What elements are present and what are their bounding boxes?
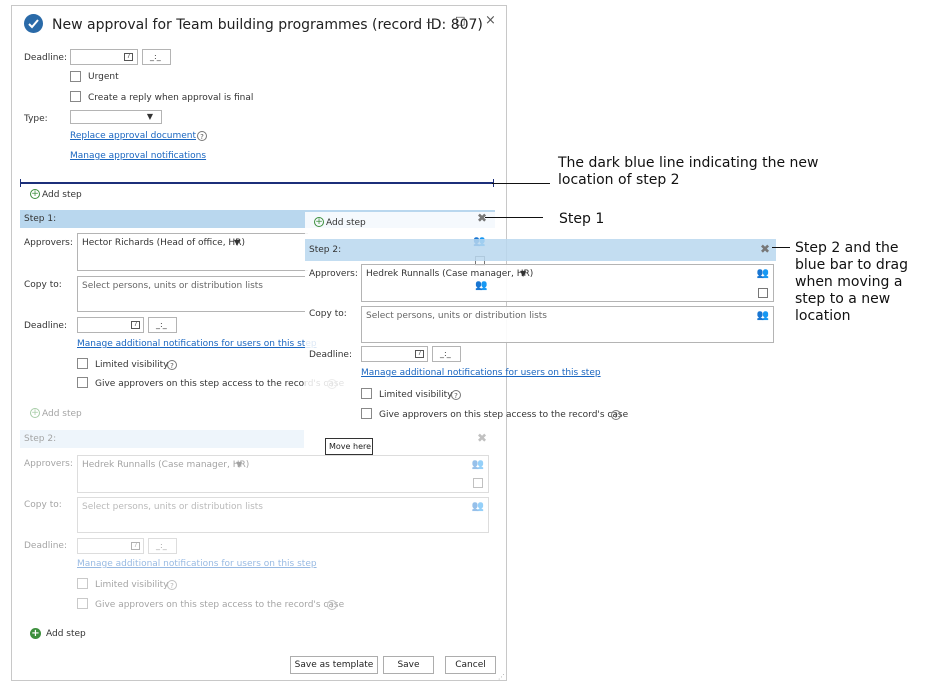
save-as-template-button[interactable]: Save as template xyxy=(290,656,378,674)
annotation-line-3 xyxy=(772,247,790,248)
people-icon[interactable]: 👥 xyxy=(757,311,769,321)
step2-ghost-header-bar[interactable] xyxy=(305,239,776,261)
step2-ghost-copy-label: Copy to: xyxy=(309,309,347,319)
move-here-tooltip: Move here xyxy=(325,438,373,455)
dropdown-arrow-icon: ▼ xyxy=(520,269,527,278)
bottom-add-step-link[interactable]: Add step xyxy=(46,629,86,639)
step2-ghost-time-input[interactable]: _:_ xyxy=(432,346,461,362)
people-icon: 👥 xyxy=(471,501,484,512)
step2-ghost-copy-field[interactable]: Select persons, units or distribution li… xyxy=(361,306,774,343)
step2-faded-approvers-label: Approvers: xyxy=(24,459,73,469)
step2-ghost-give-access-checkbox[interactable] xyxy=(361,408,372,419)
step2-faded-title: Step 2: xyxy=(24,434,57,444)
time-placeholder: _:_ xyxy=(440,349,451,358)
calendar-icon[interactable]: 7 xyxy=(415,350,424,358)
people-icon[interactable]: 👥 xyxy=(757,269,769,279)
step2-faded-limited-checkbox xyxy=(77,578,88,589)
step2-faded-approvers-field: Hedrek Runnalls (Case manager, HR) ▼ 👥 xyxy=(77,455,489,493)
step2-faded-copy-placeholder: Select persons, units or distribution li… xyxy=(82,502,263,512)
help-icon[interactable]: ? xyxy=(611,410,621,420)
step2-ghost-approvers-label: Approvers: xyxy=(309,269,358,279)
step2-ghost-approvers-value: Hedrek Runnalls (Case manager, HR) xyxy=(366,269,534,279)
step2-faded-limited-label: Limited visibility xyxy=(95,580,169,590)
step2-faded-time-input: _:_ xyxy=(148,538,177,554)
help-icon: ? xyxy=(327,600,337,610)
step2-ghost-limited-checkbox[interactable] xyxy=(361,388,372,399)
step2-ghost-give-access-label: Give approvers on this step access to th… xyxy=(379,410,629,420)
step2-faded-copy-field: Select persons, units or distribution li… xyxy=(77,497,489,533)
people-icon: 👥 xyxy=(475,280,488,291)
step2-faded-deadline-label: Deadline: xyxy=(24,541,67,551)
add-icon[interactable]: + xyxy=(30,628,41,639)
step2-faded-copy-label: Copy to: xyxy=(24,500,62,510)
close-icon: ✖ xyxy=(477,431,488,445)
annotation-step2: Step 2 and the blue bar to drag when mov… xyxy=(795,240,908,324)
step2-faded-manage-link: Manage additional notifications for user… xyxy=(77,559,317,569)
dropdown-arrow-icon: ▼ xyxy=(236,460,243,469)
save-button[interactable]: Save xyxy=(383,656,434,674)
help-icon: ? xyxy=(167,580,177,590)
step2-ghost-deadline-label: Deadline: xyxy=(309,350,352,360)
tooltip-text: Move here xyxy=(329,442,372,451)
step2-faded-header-bar xyxy=(20,430,304,448)
annotation-step1: Step 1 xyxy=(559,211,605,227)
add-icon: + xyxy=(30,408,40,418)
people-icon: 👥 xyxy=(471,459,484,470)
step2-faded-give-access-checkbox xyxy=(77,598,88,609)
help-icon[interactable]: ? xyxy=(451,390,461,400)
step2-ghost-title: Step 2: xyxy=(309,245,342,255)
step2-ghost-copy-placeholder: Select persons, units or distribution li… xyxy=(366,311,547,321)
time-placeholder: _:_ xyxy=(156,541,167,550)
annotation-line-2 xyxy=(485,217,543,218)
expand-icon[interactable] xyxy=(758,288,768,298)
step2-ghost-approvers-field[interactable]: Hedrek Runnalls (Case manager, HR) ▼ 👥 xyxy=(361,264,774,302)
annotation-insert-line: The dark blue line indicating the new lo… xyxy=(558,155,819,188)
annotation-line-1 xyxy=(492,183,550,184)
step2-faded-give-access-label: Give approvers on this step access to th… xyxy=(95,600,345,610)
cancel-button[interactable]: Cancel xyxy=(445,656,496,674)
ghost-add-step-label: Add step xyxy=(326,218,366,228)
resize-grip-icon[interactable]: ⋰ xyxy=(498,673,505,681)
expand-icon xyxy=(473,478,483,488)
close-icon[interactable]: ✖ xyxy=(760,243,770,255)
close-icon[interactable]: ✖ xyxy=(477,212,487,224)
add-step-link: Add step xyxy=(42,409,82,419)
add-icon: + xyxy=(314,217,324,227)
step2-ghost-limited-label: Limited visibility xyxy=(379,390,453,400)
step2-faded-approvers-value: Hedrek Runnalls (Case manager, HR) xyxy=(82,460,250,470)
step2-ghost-manage-link[interactable]: Manage additional notifications for user… xyxy=(361,368,601,378)
calendar-icon: 7 xyxy=(131,542,140,550)
